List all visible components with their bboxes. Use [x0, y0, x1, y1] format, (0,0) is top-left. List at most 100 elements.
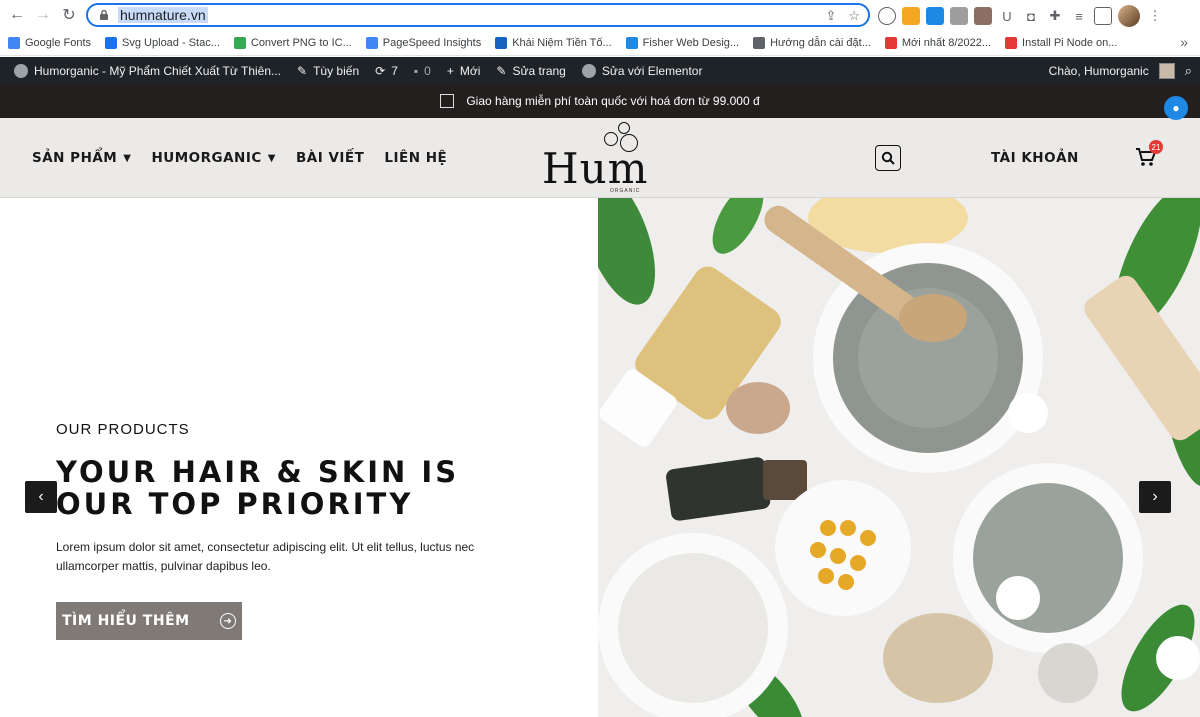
- logo-circle: [618, 122, 630, 134]
- menu-dots-icon[interactable]: ⋮: [1146, 7, 1164, 25]
- slider-next-button[interactable]: ›: [1139, 481, 1171, 513]
- bookmark-item[interactable]: Svg Upload - Stac...: [105, 36, 220, 49]
- bookmark-item[interactable]: Mới nhất 8/2022...: [884, 36, 992, 49]
- chevron-down-icon: ▼: [267, 152, 276, 164]
- cart-count-badge: 21: [1149, 140, 1163, 154]
- search-icon[interactable]: ⌕: [1185, 63, 1192, 79]
- bookmark-favicon-icon: [8, 36, 20, 49]
- slider-prev-button[interactable]: ‹: [25, 481, 57, 513]
- menu-item-san-pham[interactable]: SẢN PHẨM ▼: [32, 150, 131, 166]
- search-icon: [881, 151, 895, 165]
- wp-updates-count: 7: [391, 63, 398, 78]
- wp-customize[interactable]: ✎ Tùy biến: [289, 64, 367, 78]
- learn-more-button[interactable]: TÌM HIỂU THÊM ➜: [56, 602, 242, 640]
- bookmark-label: Mới nhất 8/2022...: [901, 36, 992, 49]
- bookmark-item[interactable]: Khái Niệm Tiền Tố...: [495, 36, 612, 49]
- media-icon[interactable]: ≡: [1070, 7, 1088, 25]
- wp-admin-bar: Humorganic - Mỹ Phẩm Chiết Xuất Từ Thiên…: [0, 57, 1200, 84]
- dashboard-icon: [14, 63, 28, 78]
- chevron-down-icon: ▼: [123, 152, 132, 164]
- reload-icon[interactable]: ↻: [56, 2, 82, 28]
- promo-text: Giao hàng miễn phí toàn quốc với hoá đơn…: [466, 94, 760, 108]
- menu-item-humorganic[interactable]: HUMORGANIC ▼: [151, 150, 276, 166]
- address-bar[interactable]: humnature.vn ⇪ ☆: [86, 3, 870, 27]
- hero-image: [598, 198, 1200, 717]
- bookmark-item[interactable]: Google Fonts: [8, 36, 92, 49]
- bookmark-label: Svg Upload - Stac...: [122, 36, 220, 49]
- bookmark-favicon-icon: [365, 36, 378, 49]
- bookmark-item[interactable]: Install Pi Node on...: [1005, 36, 1117, 49]
- wp-new-label: Mới: [459, 63, 481, 78]
- wp-greeting[interactable]: Chào, Humorganic: [1049, 64, 1149, 78]
- promo-bar: Giao hàng miễn phí toàn quốc với hoá đơn…: [0, 84, 1200, 118]
- bookmark-label: PageSpeed Insights: [382, 36, 482, 49]
- forward-icon[interactable]: →: [30, 2, 56, 28]
- search-button[interactable]: [875, 145, 901, 171]
- extension-icon[interactable]: [902, 7, 920, 25]
- wp-customize-label: Tùy biến: [313, 63, 360, 78]
- hero-description: Lorem ipsum dolor sit amet, consectetur …: [56, 540, 475, 573]
- extension-icon[interactable]: [974, 7, 992, 25]
- url-text[interactable]: humnature.vn: [118, 7, 208, 23]
- account-link[interactable]: TÀI KHOẢN: [991, 150, 1079, 166]
- main-menu: SẢN PHẨM ▼ HUMORGANIC ▼ BÀI VIẾT LIÊN HỆ: [32, 150, 447, 166]
- bookmark-favicon-icon: [233, 36, 246, 49]
- bookmark-item[interactable]: PageSpeed Insights: [365, 36, 482, 49]
- extensions-row: U ◘ ✚ ≡ ⋮: [878, 5, 1164, 27]
- wp-updates[interactable]: ⟳ 7: [367, 64, 406, 78]
- puzzle-icon[interactable]: ✚: [1046, 7, 1064, 25]
- bookmark-favicon-icon: [625, 36, 638, 49]
- site-logo[interactable]: Hum ORGANIC: [542, 122, 648, 194]
- sidebar-icon[interactable]: [1094, 7, 1112, 25]
- bookmark-item[interactable]: Hướng dẫn cài đặt...: [753, 36, 871, 49]
- extension-icon[interactable]: [878, 7, 896, 25]
- wp-edit-page[interactable]: ✎ Sửa trang: [488, 64, 573, 78]
- bookmark-favicon-icon: [1005, 36, 1018, 49]
- bookmark-label: Google Fonts: [25, 36, 92, 49]
- more-bookmarks-icon[interactable]: »: [1180, 34, 1188, 50]
- extension-icon[interactable]: U: [998, 7, 1016, 25]
- menu-label: HUMORGANIC: [151, 150, 262, 166]
- bookmark-label: Fisher Web Desig...: [642, 36, 740, 49]
- logo-subtext: ORGANIC: [610, 188, 641, 194]
- wp-new[interactable]: + Mới: [439, 64, 489, 78]
- camera-icon[interactable]: ◘: [1022, 7, 1040, 25]
- lock-icon: [100, 9, 108, 20]
- hero-eyebrow: OUR PRODUCTS: [56, 421, 190, 438]
- cosmetics-flatlay-image: [598, 198, 1200, 717]
- bookmark-label: Hướng dẫn cài đặt...: [770, 36, 871, 49]
- bookmark-item[interactable]: Convert PNG to IC...: [233, 36, 352, 49]
- wp-edit-page-label: Sửa trang: [512, 63, 566, 78]
- bookmark-favicon-icon: [884, 36, 897, 49]
- wp-site-link[interactable]: Humorganic - Mỹ Phẩm Chiết Xuất Từ Thiên…: [0, 63, 289, 78]
- bookmarks-bar: Google Fonts Svg Upload - Stac... Convert …: [0, 30, 1200, 56]
- elementor-icon: [581, 63, 596, 78]
- cta-label: TÌM HIỂU THÊM: [62, 613, 190, 629]
- hero-headline: YOUR HAIR & SKIN IS OUR TOP PRIORITY: [56, 455, 460, 521]
- comment-icon: ▪: [413, 63, 419, 78]
- bookmark-item[interactable]: Fisher Web Desig...: [625, 36, 740, 49]
- water-drop-icon[interactable]: ●: [1164, 96, 1188, 120]
- wp-avatar[interactable]: [1158, 62, 1175, 79]
- plus-icon: +: [446, 63, 454, 78]
- bookmark-label: Khái Niệm Tiền Tố...: [512, 36, 612, 49]
- bookmark-label: Convert PNG to IC...: [250, 36, 352, 49]
- arrow-right-circle-icon: ➜: [220, 613, 236, 629]
- wp-edit-elementor[interactable]: Sửa với Elementor: [574, 63, 711, 78]
- star-icon[interactable]: ☆: [848, 8, 860, 24]
- extension-icon[interactable]: [926, 7, 944, 25]
- bookmark-favicon-icon: [105, 36, 118, 49]
- back-icon[interactable]: ←: [4, 2, 30, 28]
- wp-edit-elementor-label: Sửa với Elementor: [601, 63, 703, 78]
- bookmark-favicon-icon: [753, 36, 766, 49]
- menu-item-bai-viet[interactable]: BÀI VIẾT: [296, 150, 364, 166]
- menu-label: SẢN PHẨM: [32, 150, 118, 166]
- profile-avatar[interactable]: [1118, 5, 1140, 27]
- wp-comments[interactable]: ▪ 0: [406, 64, 439, 78]
- menu-item-lien-he[interactable]: LIÊN HỆ: [384, 150, 447, 166]
- brush-icon: ✎: [297, 63, 308, 78]
- extension-icon[interactable]: [950, 7, 968, 25]
- share-icon[interactable]: ⇪: [825, 8, 836, 24]
- menu-label: BÀI VIẾT: [295, 150, 365, 166]
- bookmark-favicon-icon: [495, 36, 508, 49]
